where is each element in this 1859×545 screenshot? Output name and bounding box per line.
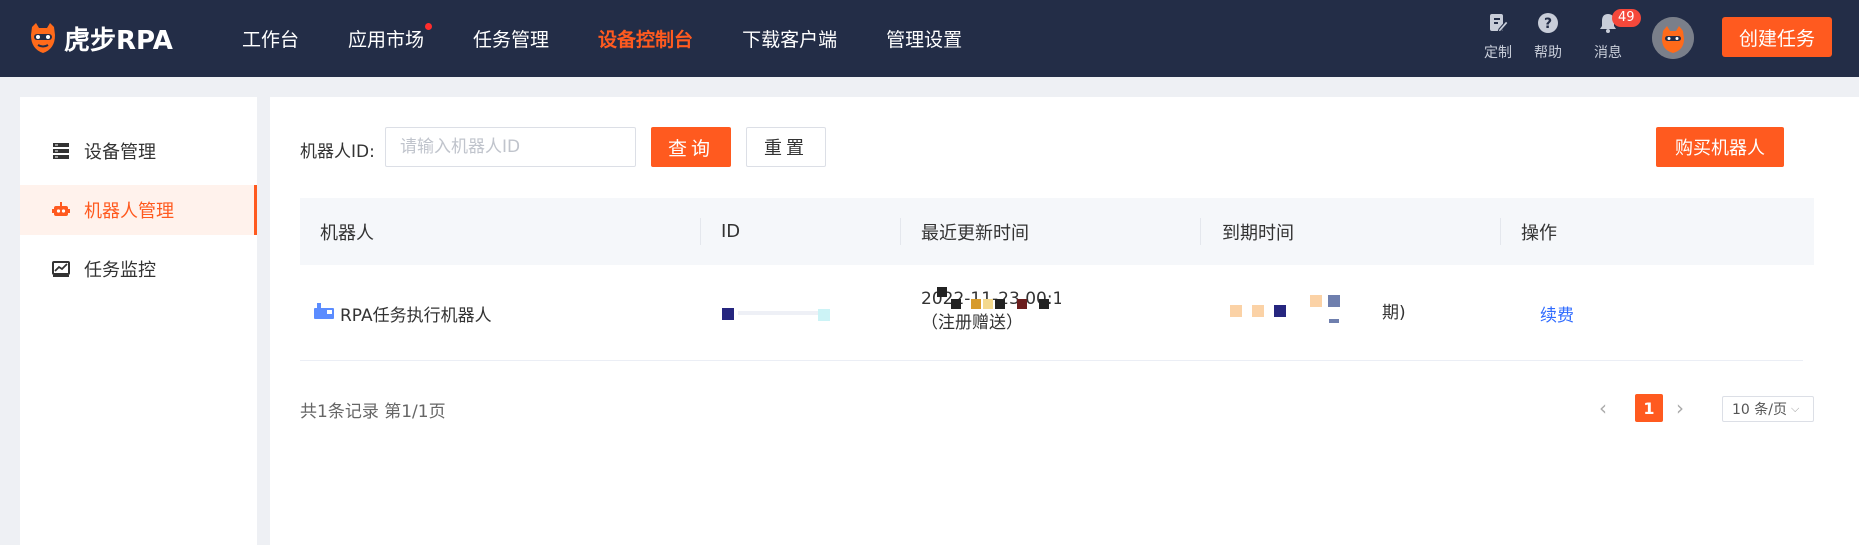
column-header-actions: 操作 — [1521, 222, 1557, 244]
redaction-mask — [951, 299, 961, 309]
column-divider — [1500, 218, 1501, 245]
message-count-badge: 49 — [1612, 9, 1641, 27]
sidebar-item-robot-management[interactable]: 机器人管理 — [20, 185, 257, 235]
column-divider — [700, 218, 701, 245]
nav-item-admin-settings[interactable]: 管理设置 — [886, 25, 962, 52]
sidebar-item-label: 任务监控 — [84, 260, 156, 281]
table-row: RPA任务执行机器人 2022-11-23 00:1 （注册赠送） — [300, 265, 1803, 361]
redaction-mask — [1329, 319, 1339, 323]
messages-button[interactable]: 49 消息 — [1586, 9, 1641, 64]
help-button[interactable]: ? 帮助 — [1526, 12, 1570, 64]
expire-time-suffix: 期) — [1382, 303, 1406, 323]
top-navbar: 虎步RPA 工作台 应用市场 任务管理 设备控制台 下载客户端 管理设置 定制 … — [0, 0, 1859, 77]
robot-device-icon — [314, 303, 336, 324]
sidebar-item-device-management[interactable]: 设备管理 — [20, 126, 257, 176]
renew-link[interactable]: 续费 — [1540, 301, 1574, 326]
brand-logo[interactable]: 虎步RPA — [28, 18, 173, 58]
column-header-updated-time: 最近更新时间 — [921, 222, 1029, 244]
page-size-select[interactable]: 10 条/页 ⌵ — [1722, 396, 1814, 422]
buy-robot-button[interactable]: 购买机器人 — [1656, 127, 1784, 167]
redaction-mask — [937, 287, 947, 297]
table-header: 机器人 ID 最近更新时间 到期时间 操作 — [300, 198, 1814, 265]
page-number-current[interactable]: 1 — [1635, 394, 1663, 422]
redaction-mask — [1310, 295, 1322, 307]
column-divider — [900, 218, 901, 245]
nav-item-task-management[interactable]: 任务管理 — [473, 25, 549, 52]
redaction-mask — [818, 309, 830, 321]
customize-button[interactable]: 定制 — [1476, 12, 1520, 64]
redaction-mask — [722, 308, 734, 320]
reset-button[interactable]: 重置 — [746, 127, 826, 167]
redaction-mask — [1274, 305, 1286, 317]
expire-time-cell: 期) — [1222, 289, 1442, 339]
sidebar-item-label: 机器人管理 — [84, 201, 174, 222]
query-button[interactable]: 查询 — [651, 127, 731, 167]
user-avatar[interactable] — [1652, 17, 1694, 59]
record-summary: 共1条记录 第1/1页 — [300, 402, 446, 422]
robot-id-input[interactable] — [385, 127, 636, 167]
robot-name: RPA任务执行机器人 — [340, 306, 492, 326]
redaction-mask — [995, 299, 1005, 309]
sidebar-item-task-monitoring[interactable]: 任务监控 — [20, 244, 257, 294]
messages-label: 消息 — [1594, 45, 1622, 61]
sidebar: 设备管理 机器人管理 任务监控 — [20, 97, 257, 545]
chevron-down-icon: ⌵ — [1790, 402, 1800, 415]
nav-item-download-client[interactable]: 下载客户端 — [742, 25, 837, 52]
notification-dot — [425, 23, 433, 30]
robot-name-cell: RPA任务执行机器人 — [314, 301, 492, 326]
main-panel: 机器人ID: 查询 重置 购买机器人 机器人 ID 最近更新时间 到期时间 操作… — [270, 97, 1859, 545]
tiger-logo-icon — [28, 21, 58, 55]
svg-text:?: ? — [1544, 16, 1552, 32]
prev-page-chevron-left-icon[interactable]: ‹ — [1588, 393, 1618, 423]
server-icon — [50, 140, 72, 162]
column-header-id: ID — [721, 221, 741, 242]
edit-document-icon — [1487, 12, 1509, 38]
redaction-mask — [1252, 305, 1264, 317]
redaction-mask — [1017, 299, 1027, 309]
robot-icon — [50, 199, 72, 221]
next-page-chevron-right-icon[interactable]: › — [1665, 393, 1695, 423]
help-label: 帮助 — [1534, 45, 1562, 61]
redaction-mask — [1039, 299, 1049, 309]
updated-time-cell: 2022-11-23 00:1 （注册赠送） — [921, 287, 1071, 337]
page-size-value: 10 条/页 — [1732, 402, 1787, 418]
redaction-mask — [1230, 305, 1242, 317]
nav-item-app-market[interactable]: 应用市场 — [348, 23, 433, 52]
nav-item-device-console[interactable]: 设备控制台 — [598, 25, 693, 52]
create-task-button[interactable]: 创建任务 — [1722, 17, 1832, 57]
column-divider — [1200, 218, 1201, 245]
sidebar-item-label: 设备管理 — [84, 142, 156, 163]
main-nav: 工作台 应用市场 任务管理 设备控制台 下载客户端 管理设置 — [242, 0, 1011, 77]
help-icon: ? — [1537, 12, 1559, 38]
redaction-mask — [738, 311, 828, 315]
updated-time-note: （注册赠送） — [921, 313, 1023, 333]
robot-id-cell — [722, 303, 862, 323]
redaction-mask — [1328, 295, 1340, 307]
nav-item-label: 应用市场 — [348, 29, 425, 51]
chart-monitor-icon — [50, 258, 72, 280]
robot-id-label: 机器人ID: — [300, 142, 375, 162]
column-header-robot: 机器人 — [320, 222, 374, 244]
redaction-mask — [983, 299, 993, 309]
redaction-mask — [971, 299, 981, 309]
column-header-expire-time: 到期时间 — [1222, 222, 1294, 244]
nav-item-workbench[interactable]: 工作台 — [242, 25, 299, 52]
brand-name: 虎步RPA — [64, 25, 173, 56]
customize-label: 定制 — [1484, 45, 1512, 61]
